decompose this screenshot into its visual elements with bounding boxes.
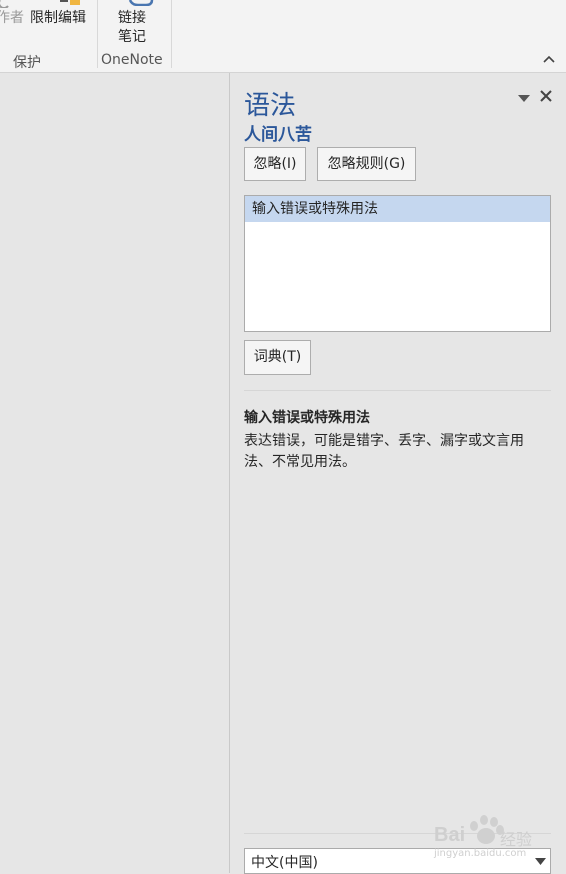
group-label-onenote: OneNote [101, 52, 163, 68]
grammar-pane: 语法 人间八苦 忽略(I) 忽略规则(G) 输入错误或特殊用法 词典(T) 输入… [230, 73, 566, 874]
explanation-title: 输入错误或特殊用法 [244, 410, 370, 426]
restrict-edit-icon [60, 0, 80, 5]
link-notes-label-2: 笔记 [118, 29, 146, 45]
flagged-text: 人间八苦 [244, 125, 312, 145]
ignore-button[interactable]: 忽略(I) [244, 147, 306, 181]
language-value: 中文(中国) [251, 855, 318, 871]
ribbon-separator [171, 0, 172, 68]
restrict-edit-button[interactable]: 限制编辑 [30, 7, 86, 27]
ignore-rule-button[interactable]: 忽略规则(G) [317, 147, 416, 181]
watermark-url: jingyan.baidu.com [434, 848, 527, 859]
pane-options-icon[interactable] [518, 93, 530, 103]
onenote-link-icon [128, 0, 154, 6]
watermark: Bai 经验 jingyan.baidu.com [432, 808, 552, 860]
author-button-label[interactable]: 作者 [0, 7, 24, 27]
ribbon: 作者 限制编辑 链接 笔记 保护 OneNote [0, 0, 566, 73]
collapse-ribbon-icon[interactable] [542, 54, 556, 64]
suggestion-list[interactable]: 输入错误或特殊用法 [244, 195, 551, 332]
document-area [0, 73, 230, 873]
link-notes-label-1: 链接 [118, 10, 146, 26]
group-label-protect: 保护 [13, 55, 41, 71]
explanation-text: 表达错误，可能是错字、丢字、漏字或文言用法、不常见用法。 [244, 433, 524, 470]
pane-title: 语法 [244, 91, 297, 121]
list-item[interactable]: 输入错误或特殊用法 [245, 196, 550, 222]
dictionary-button[interactable]: 词典(T) [244, 340, 311, 375]
divider [244, 390, 551, 391]
close-icon[interactable] [538, 88, 554, 104]
watermark-brand-suffix: 经验 [500, 830, 533, 849]
ribbon-separator [97, 0, 98, 68]
watermark-brand: Bai [434, 824, 466, 846]
